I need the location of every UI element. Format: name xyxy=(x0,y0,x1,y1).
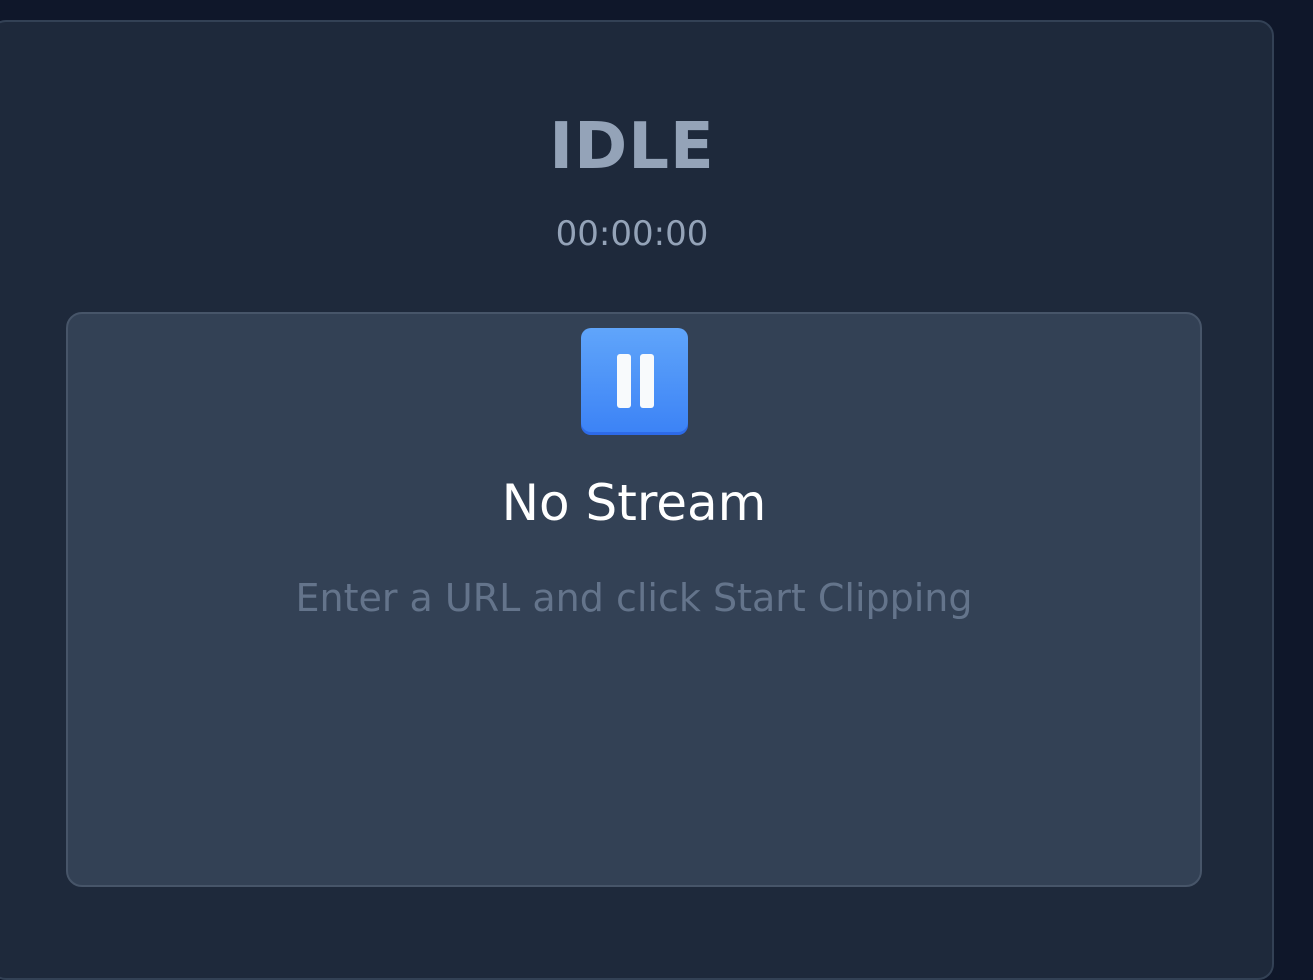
status-label: IDLE xyxy=(549,110,715,184)
pause-bar-left xyxy=(617,354,631,408)
pause-icon xyxy=(581,328,688,435)
status-panel: IDLE 00:00:00 No Stream Enter a URL and … xyxy=(0,20,1274,980)
stream-preview: No Stream Enter a URL and click Start Cl… xyxy=(66,312,1202,887)
empty-state-hint: Enter a URL and click Start Clipping xyxy=(295,576,973,620)
empty-state-title: No Stream xyxy=(501,474,767,532)
elapsed-timer: 00:00:00 xyxy=(555,214,709,254)
pause-bar-right xyxy=(640,354,654,408)
